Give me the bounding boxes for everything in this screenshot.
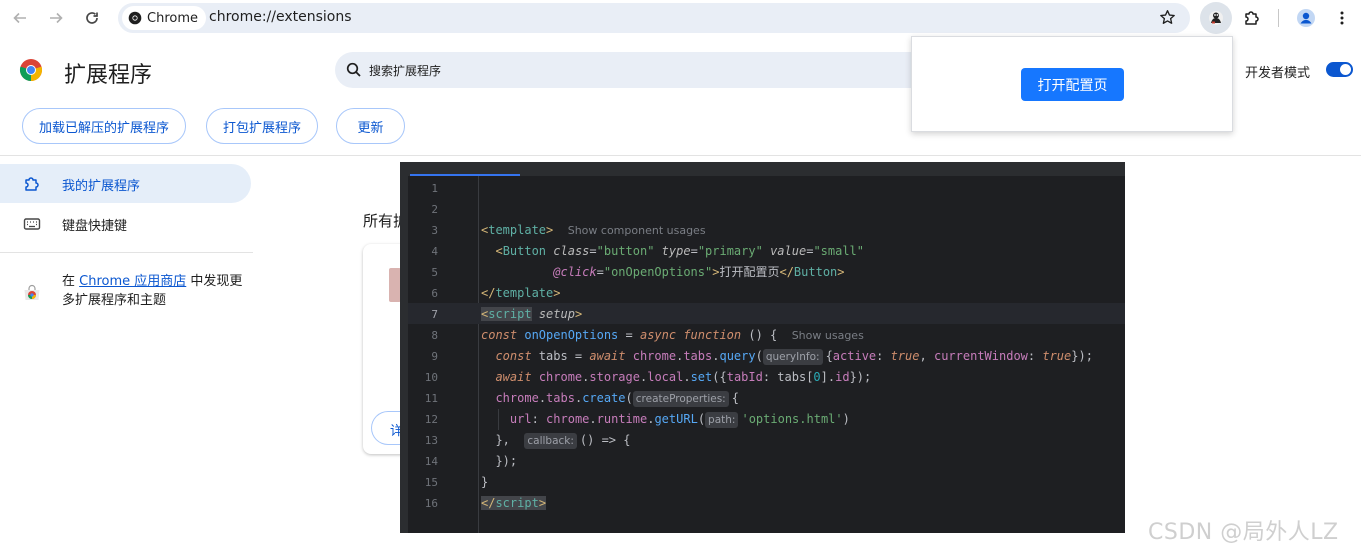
puzzle-icon [1245, 11, 1259, 25]
bookmark-star-button[interactable] [1159, 9, 1176, 30]
line-number: 2 [431, 203, 438, 216]
line-number: 4 [431, 245, 438, 258]
code-line: 7 <script setup> [400, 304, 1125, 325]
line-number: 6 [431, 287, 438, 300]
code-line: 16 </script> [400, 493, 1125, 514]
open-options-button[interactable]: 打开配置页 [1021, 68, 1124, 101]
extension-avatar-icon [1209, 11, 1223, 25]
more-vert-icon [1340, 11, 1344, 25]
webstore-prefix: 在 [62, 274, 80, 289]
param-hint: queryInfo: [762, 349, 823, 365]
search-icon [346, 62, 361, 77]
code-line: 6 </template> [400, 283, 1125, 304]
toolbar-divider [1278, 9, 1279, 27]
code-line: 1 [400, 178, 1125, 199]
search-extensions-field[interactable]: 搜索扩展程序 [335, 52, 935, 88]
code-line: 11 chrome.tabs.create(createProperties:{ [400, 388, 1125, 409]
code-line: 5 @click="onOpenOptions">打开配置页</Button> [400, 262, 1125, 283]
code-line: 8 const onOpenOptions = async function ()… [400, 325, 1125, 346]
star-icon [1160, 10, 1175, 24]
line-number: 9 [431, 350, 438, 363]
param-hint: createProperties: [632, 391, 729, 407]
line-number: 1 [431, 182, 438, 195]
param-hint: callback: [524, 433, 577, 449]
chrome-logo-icon [19, 58, 43, 86]
extensions-menu-button[interactable] [1240, 6, 1264, 30]
update-button[interactable]: 更新 [336, 108, 405, 144]
toggle-knob [1340, 64, 1351, 75]
line-number: 8 [431, 329, 438, 342]
profile-button[interactable] [1294, 6, 1318, 30]
load-unpacked-button[interactable]: 加载已解压的扩展程序 [22, 108, 186, 144]
chrome-icon [128, 11, 142, 25]
developer-mode-toggle[interactable] [1326, 62, 1353, 77]
code-line: 10 await chrome.storage.local.set({tabId… [400, 367, 1125, 388]
code-line: 14 }); [400, 451, 1125, 472]
page-title: 扩展程序 [64, 63, 153, 88]
extension-popup: 打开配置页 [911, 36, 1233, 132]
puzzle-icon [23, 175, 41, 197]
developer-mode-label: 开发者模式 [1245, 66, 1311, 81]
code-lines[interactable]: 1 2 3 <template> Show component usages 4 … [400, 178, 1125, 514]
code-line: 12 url: chrome.runtime.getURL(path:'opti… [400, 409, 1125, 430]
chrome-menu-button[interactable] [1330, 6, 1354, 30]
line-number: 10 [424, 371, 438, 384]
code-editor: 1 2 3 <template> Show component usages 4 … [400, 162, 1125, 533]
line-number: 14 [424, 455, 438, 468]
webstore-link[interactable]: Chrome 应用商店 [79, 274, 186, 289]
line-number: 16 [424, 497, 438, 510]
site-chip-label: Chrome [147, 10, 198, 26]
sidebar-item-keyboard-shortcuts[interactable]: 键盘快捷键 [0, 204, 251, 243]
profile-avatar-icon [1297, 9, 1315, 27]
arrow-left-icon [13, 12, 26, 24]
pinned-extension-button[interactable] [1200, 2, 1232, 34]
reload-icon [86, 12, 98, 24]
line-number: 11 [424, 392, 438, 405]
active-tab-indicator [410, 174, 520, 176]
arrow-right-icon [50, 12, 63, 24]
sidebar-divider [0, 252, 253, 253]
line-number: 15 [424, 476, 438, 489]
show-component-usages-link[interactable]: Show component usages [568, 224, 706, 237]
code-line: 9 const tabs = await chrome.tabs.query(q… [400, 346, 1125, 367]
sidebar-item-label: 我的扩展程序 [62, 179, 141, 194]
pack-extension-button[interactable]: 打包扩展程序 [206, 108, 318, 144]
browser-toolbar: Chrome chrome://extensions [0, 0, 1361, 36]
keyboard-icon [23, 215, 41, 237]
back-button[interactable] [8, 6, 32, 30]
header-divider [0, 155, 1361, 156]
line-number: 12 [424, 413, 438, 426]
code-line: 4 <Button class="button" type="primary" … [400, 241, 1125, 262]
line-number: 3 [431, 224, 438, 237]
screen: Chrome chrome://extensions 扩展程序 搜索扩展程序 开… [0, 0, 1361, 552]
site-chip[interactable]: Chrome [122, 6, 206, 30]
sidebar-item-label: 键盘快捷键 [62, 219, 128, 234]
code-line: 13 }, callback:() => { [400, 430, 1125, 451]
webstore-promo: 在 Chrome 应用商店 中发现更多扩展程序和主题 [62, 272, 252, 310]
search-placeholder: 搜索扩展程序 [369, 64, 442, 78]
line-number: 13 [424, 434, 438, 447]
param-hint: path: [705, 412, 739, 428]
sidebar-item-my-extensions[interactable]: 我的扩展程序 [0, 164, 251, 203]
forward-button[interactable] [44, 6, 68, 30]
code-line: 2 [400, 199, 1125, 220]
url-text[interactable]: chrome://extensions [209, 9, 352, 25]
line-number: 5 [431, 266, 438, 279]
reload-button[interactable] [80, 6, 104, 30]
watermark: CSDN @局外人LZ [1148, 520, 1339, 545]
code-line: 3 <template> Show component usages [400, 220, 1125, 241]
chrome-web-store-icon [23, 284, 41, 306]
line-number: 7 [431, 308, 438, 321]
code-line: 15} [400, 472, 1125, 493]
omnibox[interactable]: Chrome chrome://extensions [118, 3, 1190, 33]
show-usages-link[interactable]: Show usages [792, 329, 864, 342]
